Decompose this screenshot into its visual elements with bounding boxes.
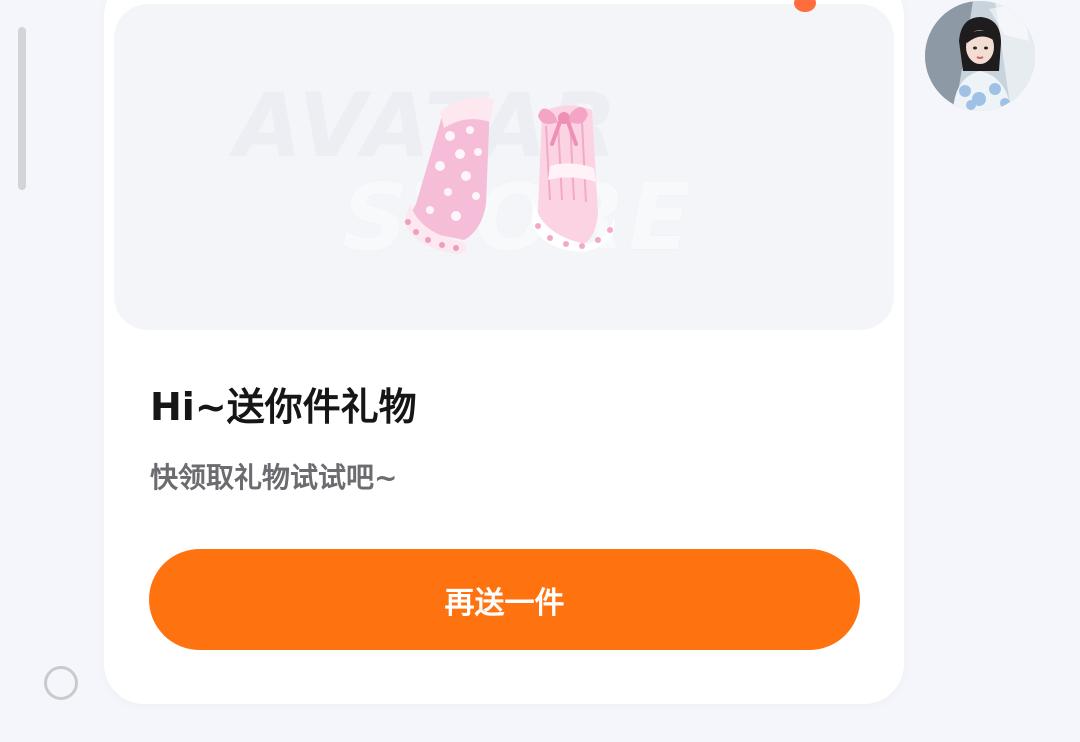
scrollbar[interactable] xyxy=(18,27,26,190)
sender-avatar[interactable] xyxy=(925,1,1035,111)
right-sock-icon xyxy=(532,105,615,252)
left-sock-icon xyxy=(404,97,494,254)
message-select-radio[interactable] xyxy=(44,666,78,700)
woman-portrait-icon xyxy=(925,1,1035,111)
gift-title: Hi~送你件礼物 xyxy=(150,385,417,429)
pink-ruffle-socks-icon xyxy=(404,97,615,254)
send-another-gift-button[interactable]: 再送一件 xyxy=(149,549,860,650)
gift-subtitle: 快领取礼物试试吧~ xyxy=(150,461,398,494)
gift-item-image: AVATAR STORE xyxy=(114,4,894,330)
gift-message-card[interactable]: AVATAR STORE Hi~送你件礼物 快领取礼物试试吧~ 再送一件 xyxy=(104,0,904,704)
